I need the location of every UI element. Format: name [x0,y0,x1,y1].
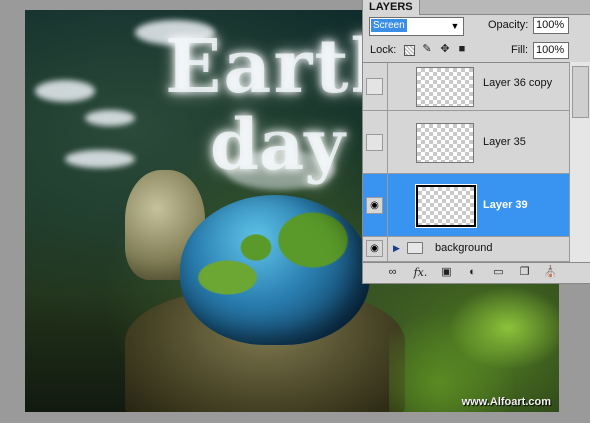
chevron-down-icon[interactable]: ▼ [447,18,463,35]
layer-name: Layer 36 copy [483,77,553,89]
layer-thumbnail [416,67,474,107]
eye-icon[interactable]: ◉ [366,197,383,214]
layer-thumbnail [416,123,474,163]
cloud-shape [85,110,135,126]
layer-name: Layer 35 [483,136,526,148]
fx-icon[interactable]: fx. [413,266,428,279]
brush-icon[interactable]: ✎ [420,42,434,56]
layer-row-selected[interactable]: ◉ Layer 39 [363,174,569,237]
lock-icon[interactable]: ■ [455,42,469,56]
fill-label: Fill: [511,44,529,56]
day-cloud-text: day [210,103,345,186]
watermark: www.Alfoart.com [461,396,551,408]
panel-tab-bar: LAYERS [363,0,590,15]
blend-opacity-row: Screen ▼ Opacity: 100% [367,17,590,37]
layers-scrollbar[interactable] [569,62,590,262]
lock-fill-row: Lock: ✎ ✥ ■ Fill: 100% [367,42,590,60]
layers-list: Layer 36 copy Layer 35 ◉ Layer 39 ◉ ▶ ba… [363,62,569,263]
visibility-toggle[interactable] [366,134,383,151]
cloud-shape [65,150,135,168]
lock-transparency-icon[interactable] [404,45,415,56]
trash-icon[interactable]: ⛪ [543,266,558,279]
lock-label: Lock: [370,44,397,56]
fill-input[interactable]: 100% [533,42,569,59]
layer-name: Layer 39 [483,199,528,211]
folder-icon [407,242,423,254]
scroll-thumb[interactable] [572,66,589,118]
cloud-shape [35,80,95,102]
layer-row[interactable]: Layer 35 [363,111,569,174]
eye-icon[interactable]: ◉ [366,240,383,257]
opacity-input[interactable]: 100% [533,17,569,34]
new-layer-icon[interactable]: ❐ [517,266,532,279]
foliage [389,272,559,412]
layers-panel: LAYERS Screen ▼ Opacity: 100% Lock: ✎ ✥ … [362,0,590,284]
expand-arrow-icon[interactable]: ▶ [393,243,400,254]
adjustment-icon[interactable]: ◐ [465,266,480,279]
tab-layers[interactable]: LAYERS [363,0,420,15]
folder-icon[interactable]: ▭ [491,266,506,279]
earth-globe [180,195,370,345]
opacity-label: Opacity: [488,19,529,31]
mask-icon[interactable]: ▣ [439,266,454,279]
layer-name: background [435,242,493,254]
visibility-toggle[interactable] [366,78,383,95]
layer-group-row[interactable]: ◉ ▶ background [363,237,569,262]
blend-mode-value: Screen [371,19,407,32]
link-icon[interactable]: ∞ [385,266,400,279]
layers-bottom-toolbar: ∞ fx. ▣ ◐ ▭ ❐ ⛪ [363,262,590,283]
blend-mode-select[interactable]: Screen ▼ [369,17,464,36]
layer-row[interactable]: Layer 36 copy [363,63,569,111]
layer-thumbnail [416,185,476,227]
move-icon[interactable]: ✥ [438,42,452,56]
